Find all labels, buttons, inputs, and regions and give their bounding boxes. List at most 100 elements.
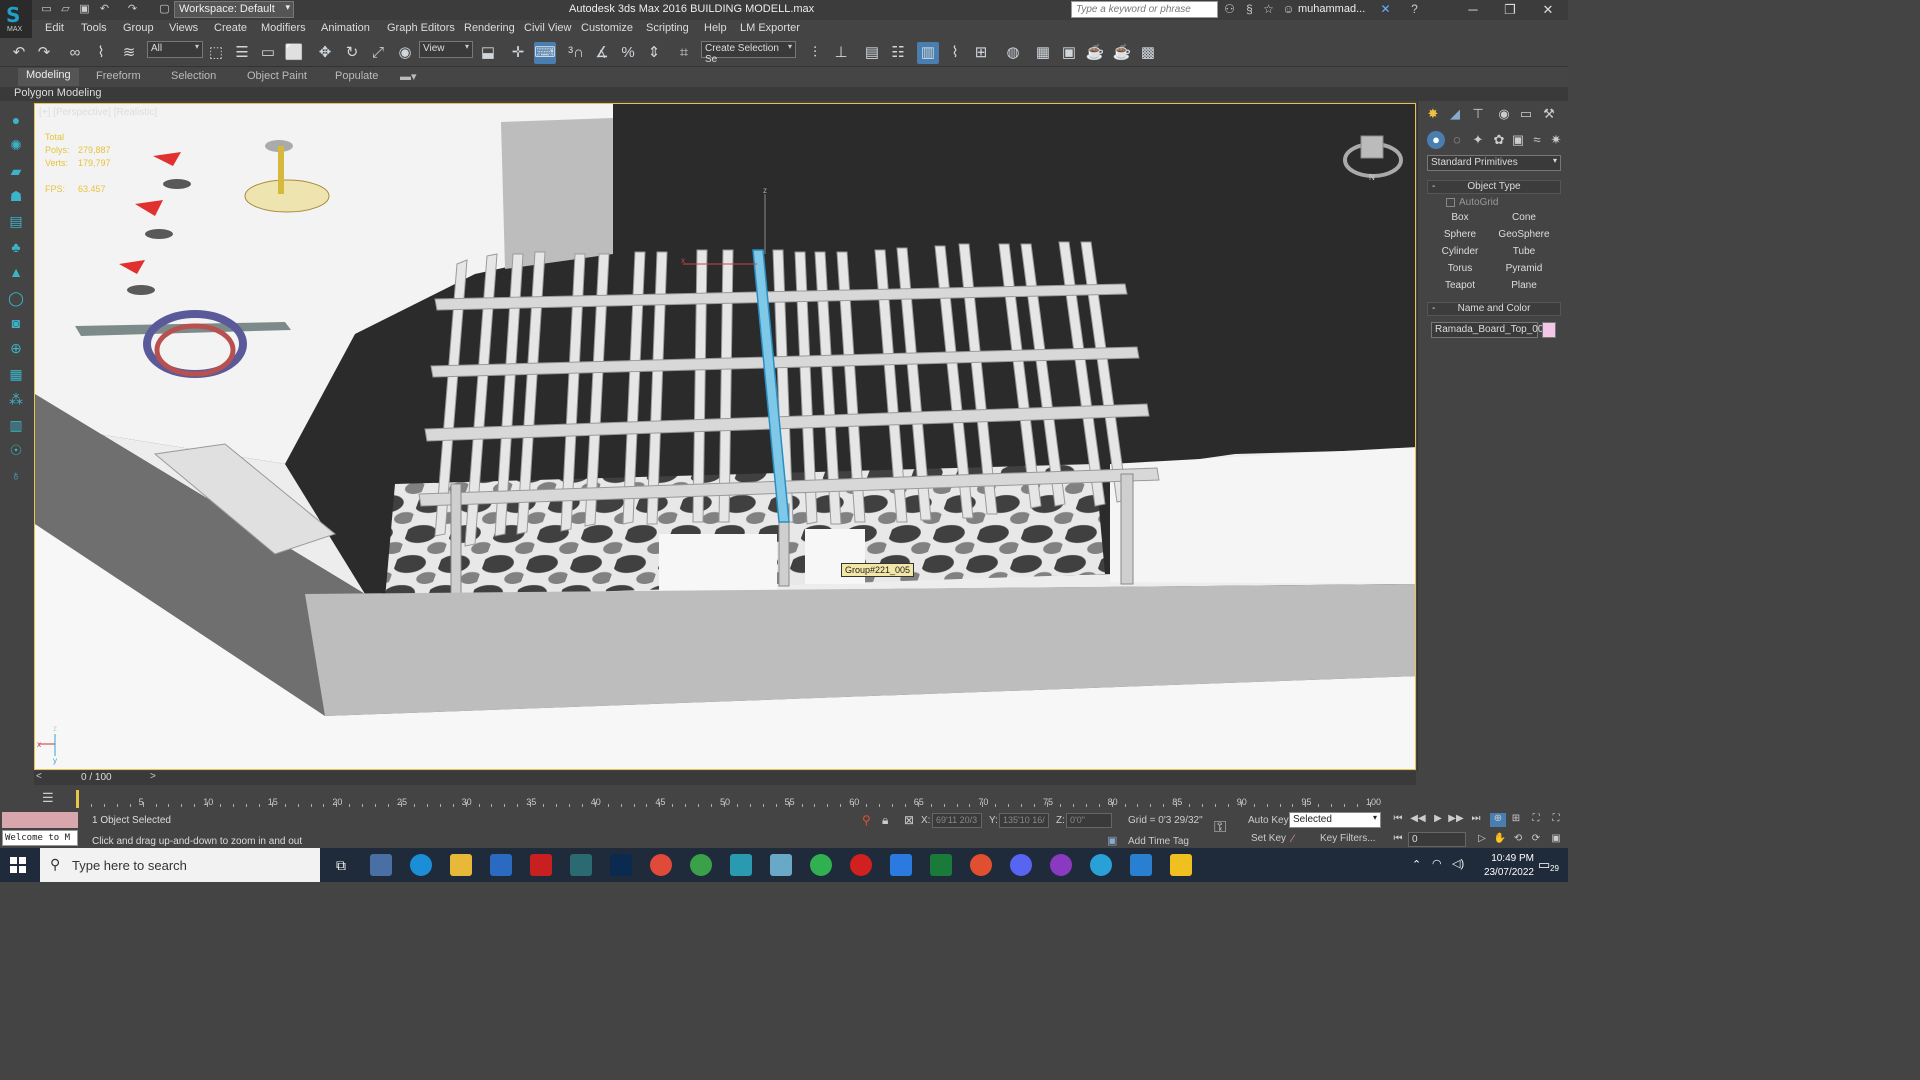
percent-snap-icon[interactable]: % [617, 42, 639, 64]
telegram-app-icon[interactable] [1090, 854, 1112, 876]
taskbar-search[interactable]: ⚲ Type here to search [40, 848, 320, 882]
mirror-icon[interactable]: ⫶ [804, 42, 826, 64]
redo-icon[interactable]: ↷ [33, 42, 55, 64]
cylinder-button[interactable]: Cylinder [1431, 244, 1489, 259]
timeline-ruler[interactable]: 5 10 15 20 25 30 35 40 45 50 55 60 65 70 75 80 85 90 95 100 [76, 786, 1381, 811]
spinner-snap-icon[interactable]: ⇕ [643, 42, 665, 64]
selection-filter-dropdown[interactable]: All ▾ [147, 41, 203, 58]
zoom-icon[interactable]: ⊕ [1490, 813, 1506, 827]
paint-icon[interactable]: ▲ [6, 262, 26, 282]
zoom-extents-all-icon[interactable]: ⛶ [1548, 813, 1564, 827]
book-icon[interactable]: ▤ [6, 211, 26, 231]
light-bulb-icon[interactable]: ♁ [6, 465, 26, 485]
current-frame-field[interactable]: 0 [1408, 832, 1466, 847]
photoshop-app-icon[interactable] [610, 854, 632, 876]
add-time-tag[interactable]: Add Time Tag [1128, 836, 1189, 847]
name-and-color-rollout[interactable]: - Name and Color [1427, 302, 1561, 316]
user-icon[interactable]: ☺ [1281, 2, 1296, 17]
track-bar[interactable]: ☰ 5 10 15 20 25 30 35 40 45 50 55 60 65 70 75 80 85 90 95 1… [0, 786, 1568, 811]
set-key-button[interactable]: Set Key [1251, 833, 1286, 844]
utilities-tab-icon[interactable]: ⚒ [1540, 105, 1558, 123]
named-selection-set-dropdown[interactable]: Create Selection Se ▾ [701, 41, 796, 65]
walk-icon[interactable]: ☉ [6, 440, 26, 460]
curve-editor-icon[interactable]: ⌇ [944, 42, 966, 64]
isolate-selection-icon[interactable]: ⚲ [862, 813, 871, 827]
torus-button[interactable]: Torus [1431, 261, 1489, 276]
key-icon[interactable]: ⚿ [1214, 819, 1226, 837]
windows-start-icon[interactable] [10, 857, 26, 873]
volume-icon[interactable]: ◁) [1452, 857, 1464, 870]
tree-icon[interactable]: ♣ [6, 237, 26, 257]
zoom-extents-icon[interactable]: ⛶ [1528, 813, 1544, 827]
tangent-icon[interactable]: ⁄ [1292, 833, 1294, 845]
menu-scripting[interactable]: Scripting [646, 22, 689, 34]
opera-app-icon[interactable] [850, 854, 872, 876]
user-name[interactable]: muhammad... [1298, 3, 1365, 15]
menu-customize[interactable]: Customize [581, 22, 633, 34]
lock-icon[interactable]: 🔒︎ [882, 813, 888, 828]
ribbon-options-icon[interactable]: ▬▾ [400, 70, 417, 83]
file-explorer-icon[interactable] [450, 854, 472, 876]
select-manipulate-icon[interactable]: ✛ [507, 42, 529, 64]
layers-icon[interactable]: ☷ [887, 42, 909, 64]
move-icon[interactable]: ✥ [314, 42, 336, 64]
motion-tab-icon[interactable]: ◉ [1495, 105, 1513, 123]
viewport-label[interactable]: [+] [Perspective] [Realistic] [39, 107, 157, 118]
task-view-icon[interactable]: ⧉ [330, 854, 352, 876]
plane-button[interactable]: Plane [1495, 278, 1553, 293]
new-file-icon[interactable]: ▭ [40, 3, 53, 16]
exchange-apps-icon[interactable]: ✕ [1378, 2, 1393, 17]
render-online-icon[interactable]: ▩ [1137, 42, 1159, 64]
material-editor-icon[interactable]: ◍ [1002, 42, 1024, 64]
system-clock[interactable]: 10:49 PM 23/07/2022 [1476, 852, 1534, 880]
app-icon[interactable] [770, 854, 792, 876]
viewcube-icon[interactable]: N [1341, 134, 1405, 182]
app-icon[interactable] [570, 854, 592, 876]
lights-icon[interactable]: ✺ [6, 135, 26, 155]
menu-civil-view[interactable]: Civil View [524, 22, 571, 34]
object-type-rollout[interactable]: - Object Type [1427, 180, 1561, 194]
circle-tool-icon[interactable]: ◯ [6, 288, 26, 308]
modify-tab-icon[interactable]: ◢ [1446, 105, 1464, 123]
rotate-icon[interactable]: ↻ [341, 42, 363, 64]
maximize-viewport-icon[interactable]: ▣ [1548, 833, 1564, 847]
key-mode-dropdown[interactable]: Selected ▾ [1289, 812, 1381, 828]
menu-help[interactable]: Help [704, 22, 727, 34]
pivot-center-icon[interactable]: ⬓ [477, 42, 499, 64]
play-icon[interactable]: ▶ [1430, 813, 1446, 827]
undo-icon[interactable]: ↶ [8, 42, 30, 64]
scene-explorer-icon[interactable]: ▥ [917, 42, 939, 64]
panel-icon[interactable]: ▦ [6, 364, 26, 384]
layer-explorer-icon[interactable]: ▤ [861, 42, 883, 64]
schematic-view-icon[interactable]: ⊞ [970, 42, 992, 64]
sticky-notes-app-icon[interactable] [1170, 854, 1192, 876]
systems-icon[interactable]: ✷ [1547, 131, 1565, 149]
angle-snap-icon[interactable]: ∡ [591, 42, 613, 64]
workspace-selector[interactable]: Workspace: Default ▾ [174, 1, 294, 18]
tab-selection[interactable]: Selection [171, 70, 216, 82]
close-button[interactable]: ✕ [1530, 0, 1566, 20]
display-tab-icon[interactable]: ▭ [1517, 105, 1535, 123]
sphere-button[interactable]: Sphere [1431, 227, 1489, 242]
tab-modeling[interactable]: Modeling [18, 68, 79, 86]
edit-named-selection-icon[interactable]: ⌗ [673, 42, 695, 64]
menu-create[interactable]: Create [214, 22, 247, 34]
spacewarps-icon[interactable]: ≈ [1528, 131, 1546, 149]
time-tag-icon[interactable]: ▣ [1107, 834, 1117, 847]
reference-coordinate-dropdown[interactable]: View ▾ [419, 41, 473, 58]
binoculars-icon[interactable]: ⚇ [1222, 2, 1237, 17]
go-to-end-icon[interactable]: ⏭ [1468, 813, 1484, 827]
autogrid-checkbox[interactable]: AutoGrid [1446, 197, 1498, 208]
app-icon[interactable] [490, 854, 512, 876]
render-iterative-icon[interactable]: ☕ [1111, 42, 1133, 64]
mini-curve-editor-icon[interactable]: ☰ [42, 790, 54, 806]
time-slider-head[interactable] [76, 790, 79, 808]
menu-graph-editors[interactable]: Graph Editors [387, 22, 455, 34]
menu-edit[interactable]: Edit [45, 22, 64, 34]
chrome-app-icon[interactable] [650, 854, 672, 876]
chrome-app-icon[interactable] [690, 854, 712, 876]
save-file-icon[interactable]: ▣ [78, 3, 91, 16]
previous-key-icon[interactable]: ◀◀ [1410, 813, 1426, 827]
maximize-button[interactable]: ❐ [1492, 0, 1528, 20]
menu-animation[interactable]: Animation [321, 22, 370, 34]
